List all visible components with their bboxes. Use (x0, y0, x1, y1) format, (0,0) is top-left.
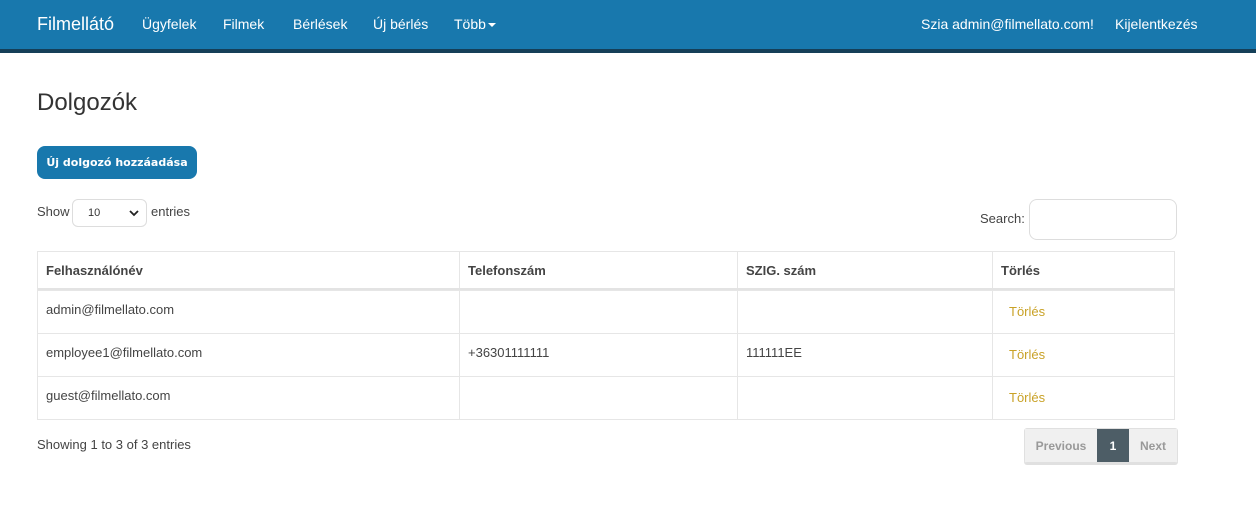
table-row: admin@filmellato.com Törlés (38, 290, 1174, 333)
brand-link[interactable]: Filmellátó (37, 14, 114, 35)
cell-id-number: 111111EE (737, 334, 992, 376)
page-size-select[interactable]: 10 (72, 199, 147, 227)
header-phone-label: Telefonszám (468, 263, 546, 278)
table-header-row: Felhasználónév Telefonszám SZIG. szám Tö… (38, 252, 1174, 290)
nav-ugyfelek[interactable]: Ügyfelek (142, 16, 196, 32)
employees-table: Felhasználónév Telefonszám SZIG. szám Tö… (37, 251, 1175, 420)
table-row: employee1@filmellato.com +36301111111 11… (38, 333, 1174, 376)
header-id-number[interactable]: SZIG. szám (737, 252, 992, 288)
cell-delete: Törlés (992, 334, 1175, 376)
delete-link[interactable]: Törlés (1009, 347, 1045, 362)
page-title: Dolgozók (37, 89, 138, 116)
cell-id-number (737, 291, 992, 333)
search-label: Search: (980, 211, 1025, 226)
cell-phone: +36301111111 (459, 334, 737, 376)
greeting-link[interactable]: Szia admin@filmellato.com! (921, 16, 1094, 32)
cell-username: admin@filmellato.com (38, 291, 459, 333)
table-info: Showing 1 to 3 of 3 entries (37, 437, 191, 452)
entries-label: entries (151, 204, 191, 219)
cell-username: employee1@filmellato.com (38, 334, 459, 376)
logout-link[interactable]: Kijelentkezés (1115, 16, 1198, 32)
caret-down-icon (487, 23, 496, 28)
delete-link[interactable]: Törlés (1009, 304, 1045, 319)
page-1-button[interactable]: 1 (1097, 429, 1129, 462)
cell-delete: Törlés (992, 291, 1175, 333)
previous-page-button[interactable]: Previous (1025, 429, 1097, 462)
search-input[interactable] (1029, 199, 1177, 240)
username-text: admin@filmellato.com (46, 302, 175, 317)
phone-text: +36301111111 (468, 345, 550, 360)
id-number-text: 111111EE (746, 345, 802, 360)
nav-tobb-label: Több (454, 16, 486, 32)
nav-filmek[interactable]: Filmek (223, 16, 264, 32)
header-phone[interactable]: Telefonszám (459, 252, 737, 288)
cell-phone (459, 291, 737, 333)
chevron-down-icon (129, 210, 139, 217)
cell-id-number (737, 377, 992, 419)
next-page-button[interactable]: Next (1129, 429, 1177, 462)
cell-username: guest@filmellato.com (38, 377, 459, 419)
header-delete[interactable]: Törlés (992, 252, 1175, 288)
page-size-value: 10 (88, 207, 101, 219)
nav-uj-berles[interactable]: Új bérlés (373, 16, 428, 32)
top-navbar: Filmellátó Ügyfelek Filmek Bérlések Új b… (0, 0, 1256, 53)
pagination: Previous 1 Next (1024, 428, 1178, 463)
table-row: guest@filmellato.com Törlés (38, 376, 1174, 419)
cell-phone (459, 377, 737, 419)
username-text: employee1@filmellato.com (46, 345, 203, 360)
add-employee-button[interactable]: Új dolgozó hozzáadása (37, 146, 197, 179)
header-username-label: Felhasználónév (46, 263, 143, 278)
header-id-number-label: SZIG. szám (746, 263, 817, 278)
header-delete-label: Törlés (1001, 263, 1041, 278)
delete-link[interactable]: Törlés (1009, 390, 1045, 405)
nav-tobb-dropdown[interactable]: Több (454, 16, 496, 32)
username-text: guest@filmellato.com (46, 388, 171, 403)
show-label: Show (37, 204, 70, 219)
header-username[interactable]: Felhasználónév (38, 252, 459, 288)
cell-delete: Törlés (992, 377, 1175, 419)
nav-berlesek[interactable]: Bérlések (293, 16, 347, 32)
